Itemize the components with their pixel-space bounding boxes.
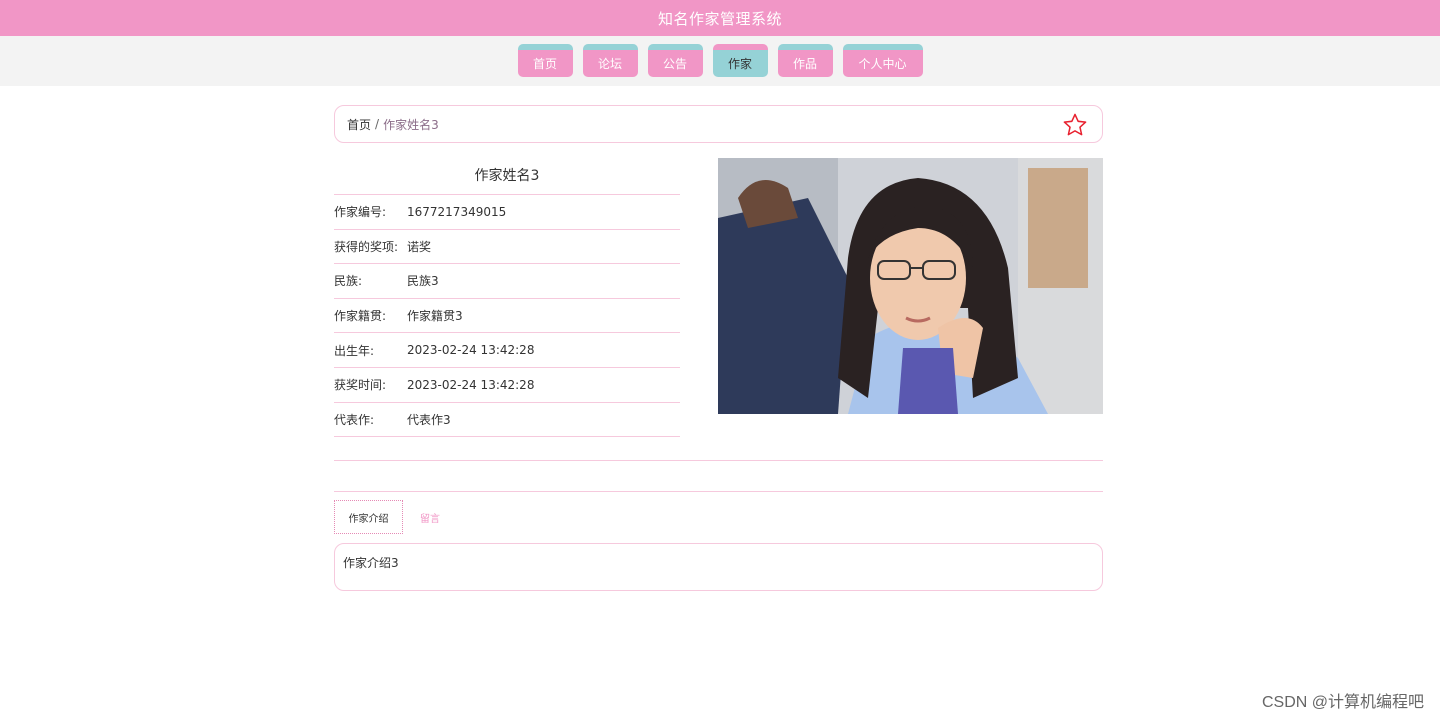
info-label: 作家编号: bbox=[334, 205, 387, 220]
section-divider bbox=[334, 460, 1103, 461]
detail-tabs: 作家介绍 留言 bbox=[334, 500, 457, 534]
watermark: CSDN @计算机编程吧 bbox=[1261, 694, 1424, 711]
nav-item-writer[interactable]: 作家 bbox=[712, 44, 768, 77]
nav-item-announcement[interactable]: 公告 bbox=[647, 44, 703, 77]
intro-text: 作家介绍3 bbox=[343, 556, 399, 570]
writer-info-panel: 作家姓名3 作家编号: 1677217349015 获得的奖项: 诺奖 民族: … bbox=[334, 160, 680, 438]
nav-item-works[interactable]: 作品 bbox=[777, 44, 833, 77]
info-row-masterpiece: 代表作: 代表作3 bbox=[334, 403, 680, 438]
breadcrumb-current: 作家姓名3 bbox=[383, 117, 439, 132]
info-row-award-time: 获奖时间: 2023-02-24 13:42:28 bbox=[334, 368, 680, 403]
info-value: 诺奖 bbox=[407, 239, 432, 254]
info-row-id: 作家编号: 1677217349015 bbox=[334, 195, 680, 230]
nav-item-label: 公告 bbox=[662, 57, 687, 71]
top-header: 知名作家管理系统 bbox=[0, 0, 1440, 36]
info-value: 2023-02-24 13:42:28 bbox=[407, 377, 535, 392]
breadcrumb-home-link[interactable]: 首页 bbox=[347, 116, 371, 133]
main-nav: 首页 论坛 公告 作家 作品 个人中心 bbox=[0, 36, 1440, 86]
info-label: 出生年: bbox=[334, 343, 375, 358]
info-row-award: 获得的奖项: 诺奖 bbox=[334, 230, 680, 265]
breadcrumb-separator: / bbox=[375, 117, 380, 131]
breadcrumb: 首页 / 作家姓名3 bbox=[334, 105, 1103, 143]
info-value: 作家籍贯3 bbox=[407, 309, 463, 324]
nav-item-label: 首页 bbox=[532, 57, 557, 71]
info-row-hometown: 作家籍贯: 作家籍贯3 bbox=[334, 299, 680, 334]
nav-item-profile[interactable]: 个人中心 bbox=[842, 44, 923, 77]
info-label: 代表作: bbox=[334, 412, 375, 427]
tab-comments[interactable]: 留言 bbox=[403, 500, 457, 534]
info-label: 作家籍贯: bbox=[334, 309, 387, 324]
nav-item-label: 作家 bbox=[727, 57, 752, 71]
info-value: 1677217349015 bbox=[407, 204, 507, 219]
section-divider bbox=[334, 491, 1103, 492]
intro-content-panel: 作家介绍3 bbox=[334, 543, 1103, 591]
star-outline-icon[interactable] bbox=[1062, 112, 1088, 138]
info-value: 2023-02-24 13:42:28 bbox=[407, 343, 535, 358]
nav-item-label: 作品 bbox=[792, 57, 817, 71]
info-row-ethnicity: 民族: 民族3 bbox=[334, 264, 680, 299]
writer-photo-illustration bbox=[718, 158, 1103, 414]
info-value: 民族3 bbox=[407, 274, 439, 289]
writer-name: 作家姓名3 bbox=[334, 160, 680, 195]
app-title: 知名作家管理系统 bbox=[657, 9, 782, 28]
writer-photo bbox=[718, 158, 1103, 414]
info-value: 代表作3 bbox=[407, 412, 451, 427]
info-row-birth: 出生年: 2023-02-24 13:42:28 bbox=[334, 333, 680, 368]
info-label: 获奖时间: bbox=[334, 378, 387, 393]
tab-writer-intro[interactable]: 作家介绍 bbox=[334, 500, 403, 534]
info-label: 民族: bbox=[334, 274, 363, 289]
nav-item-label: 论坛 bbox=[597, 57, 622, 71]
info-label: 获得的奖项: bbox=[334, 239, 399, 254]
nav-item-forum[interactable]: 论坛 bbox=[582, 44, 638, 77]
nav-item-home[interactable]: 首页 bbox=[517, 44, 573, 77]
nav-item-label: 个人中心 bbox=[858, 57, 907, 71]
